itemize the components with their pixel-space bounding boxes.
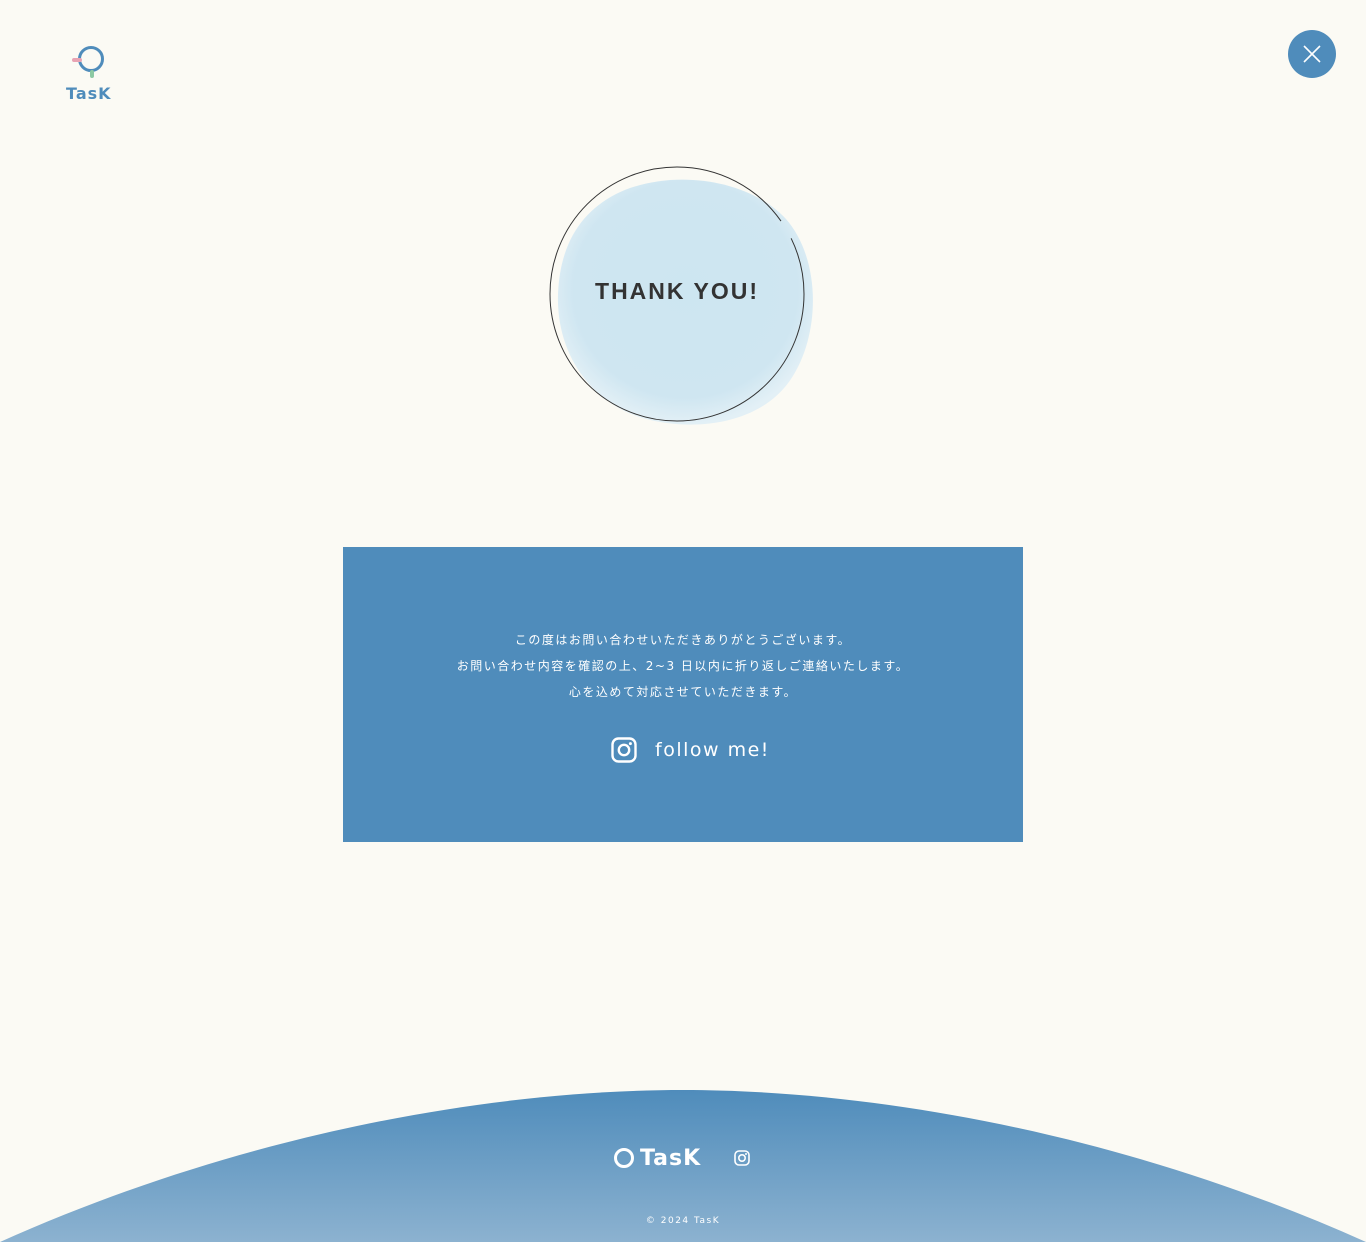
header-logo[interactable]: TasK (62, 44, 122, 108)
follow-label: follow me! (655, 739, 770, 761)
follow-instagram-link[interactable]: follow me! (611, 735, 770, 765)
footer-instagram-link[interactable] (734, 1150, 750, 1170)
footer: TasK © 2024 TasK (0, 1090, 1366, 1242)
message-line: 心を込めて対応させていただきます。 (568, 685, 798, 699)
footer-logo-text: TasK (640, 1145, 702, 1171)
logo-accent-pink (72, 58, 82, 62)
message-line: お問い合わせ内容を確認の上、2~3 日以内に折り返しご連絡いたします。 (456, 659, 910, 673)
close-button[interactable] (1288, 30, 1336, 78)
message-line: この度はお問い合わせいただきありがとうございます。 (514, 633, 852, 647)
instagram-icon (734, 1150, 750, 1166)
message-panel: この度はお問い合わせいただきありがとうございます。 お問い合わせ内容を確認の上、… (343, 547, 1023, 842)
thank-you-badge: THANK YOU! (546, 164, 822, 434)
close-icon (1303, 45, 1321, 63)
logo-accent-green (90, 70, 94, 78)
thank-you-title: THANK YOU! (595, 278, 759, 304)
logo-text: TasK (66, 84, 112, 103)
copyright-text: © 2024 TasK (645, 1216, 721, 1226)
message-text: この度はお問い合わせいただきありがとうございます。 お問い合わせ内容を確認の上、… (343, 627, 1023, 705)
instagram-icon (611, 737, 637, 763)
footer-logo-ring-icon (614, 1148, 634, 1168)
footer-logo[interactable]: TasK (614, 1144, 701, 1172)
